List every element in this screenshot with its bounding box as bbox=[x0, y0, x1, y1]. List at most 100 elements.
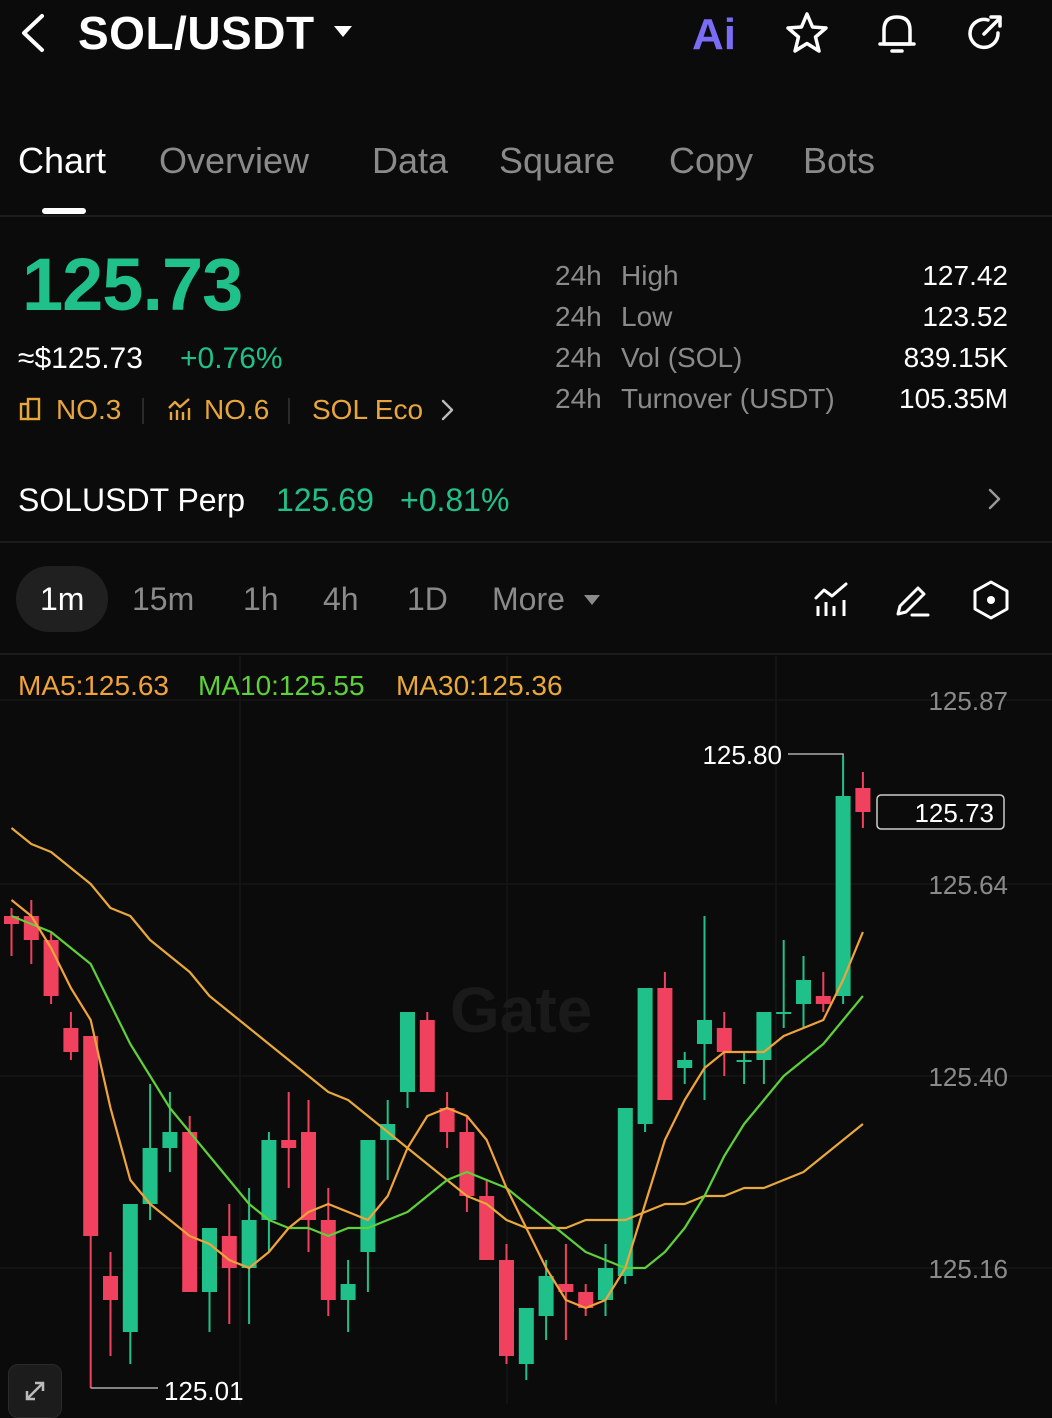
tab-bots[interactable]: Bots bbox=[803, 140, 875, 182]
stat-low-label: Low bbox=[621, 301, 673, 332]
candle-body bbox=[142, 1148, 158, 1204]
dropdown-caret-icon[interactable] bbox=[332, 20, 354, 42]
trend-rank[interactable]: NO.6 bbox=[204, 394, 269, 426]
tab-square[interactable]: Square bbox=[499, 140, 615, 182]
toolbar-divider bbox=[0, 653, 1052, 655]
stat-turnover-value: 105.35M bbox=[899, 383, 1008, 414]
high-price-label: 125.80 bbox=[702, 740, 782, 770]
candle-body bbox=[855, 788, 871, 812]
rank-separator bbox=[142, 398, 144, 424]
candle-body bbox=[479, 1196, 495, 1260]
candle-body bbox=[499, 1260, 514, 1356]
stat-period: 24h bbox=[555, 260, 602, 291]
candle-body bbox=[103, 1276, 118, 1300]
market-rank[interactable]: NO.3 bbox=[56, 394, 121, 426]
candle-body bbox=[261, 1140, 277, 1220]
candle-body bbox=[538, 1276, 554, 1316]
candle-body bbox=[419, 1020, 435, 1092]
header-bar: SOL/USDT Ai bbox=[0, 0, 1052, 80]
candle-body bbox=[360, 1140, 376, 1252]
candle-body bbox=[241, 1220, 257, 1268]
candle-body bbox=[518, 1308, 534, 1364]
settings-hexagon-icon[interactable] bbox=[969, 578, 1013, 622]
star-icon[interactable] bbox=[782, 8, 832, 58]
perp-price: 125.69 bbox=[276, 482, 374, 518]
back-chevron-icon[interactable] bbox=[14, 8, 54, 58]
dropdown-caret-icon[interactable] bbox=[582, 592, 602, 608]
tabs-divider bbox=[0, 215, 1052, 217]
interval-4h-button[interactable]: 4h bbox=[323, 581, 359, 618]
y-tick-label: 125.40 bbox=[928, 1062, 1008, 1092]
perp-change: +0.81% bbox=[400, 482, 510, 518]
interval-1d-button[interactable]: 1D bbox=[407, 581, 448, 618]
tab-data[interactable]: Data bbox=[372, 140, 448, 182]
candle-body bbox=[657, 988, 673, 1100]
candle-body bbox=[301, 1132, 316, 1220]
ma10-line bbox=[11, 914, 864, 1270]
stat-vol-label: Vol (SOL) bbox=[621, 342, 743, 373]
candle-body bbox=[340, 1284, 356, 1300]
stat-turnover-label: Turnover (USDT) bbox=[621, 383, 835, 414]
perp-divider bbox=[0, 541, 1052, 543]
trend-rank-icon bbox=[168, 398, 191, 420]
stat-low-value: 123.52 bbox=[922, 301, 1008, 332]
candle-body bbox=[776, 1012, 792, 1014]
candle-body bbox=[697, 1020, 712, 1044]
candle-body bbox=[736, 1060, 752, 1062]
ma30-line bbox=[10, 827, 864, 1230]
share-icon[interactable] bbox=[960, 8, 1010, 58]
candle-body bbox=[677, 1060, 693, 1068]
chevron-right-icon[interactable] bbox=[438, 398, 456, 422]
last-price-tag-label: 125.73 bbox=[914, 798, 994, 828]
indicators-icon[interactable] bbox=[810, 578, 854, 622]
pair-title[interactable]: SOL/USDT bbox=[78, 6, 315, 60]
bell-icon[interactable] bbox=[872, 8, 922, 58]
ma5-line bbox=[10, 899, 864, 1310]
stat-period: 24h bbox=[555, 383, 602, 414]
last-price: 125.73 bbox=[22, 243, 243, 326]
watermark-text: Gate bbox=[450, 974, 592, 1046]
candle-body bbox=[202, 1228, 217, 1292]
rank-separator bbox=[288, 398, 290, 424]
candle-body bbox=[439, 1108, 455, 1132]
ecosystem-link[interactable]: SOL Eco bbox=[312, 394, 423, 426]
active-tab-indicator bbox=[42, 208, 86, 214]
candle-body bbox=[796, 980, 811, 1004]
price-change: +0.76% bbox=[180, 342, 283, 375]
candle-body bbox=[400, 1012, 415, 1092]
usd-price: ≈$125.73 bbox=[18, 342, 143, 375]
candle-body bbox=[716, 1028, 732, 1052]
candlestick-chart[interactable]: Gate 125.87 125.64 125.40 125.16 125.80 125.01… bbox=[0, 656, 1052, 1404]
ai-assistant-button[interactable]: Ai bbox=[692, 10, 736, 60]
stat-high-value: 127.42 bbox=[922, 260, 1008, 291]
candle-body bbox=[122, 1204, 138, 1332]
y-tick-label: 125.87 bbox=[928, 686, 1008, 716]
stat-period: 24h bbox=[555, 301, 602, 332]
chevron-right-icon[interactable] bbox=[984, 486, 1004, 512]
candle-body bbox=[182, 1132, 198, 1292]
stat-period: 24h bbox=[555, 342, 602, 373]
candle-body bbox=[23, 916, 39, 940]
candle-body bbox=[598, 1268, 613, 1300]
candle-body bbox=[63, 1028, 79, 1052]
draw-pen-icon[interactable] bbox=[890, 578, 934, 622]
candle-body bbox=[637, 988, 653, 1124]
perp-name[interactable]: SOLUSDT Perp bbox=[18, 482, 245, 519]
candle-body bbox=[83, 1036, 99, 1236]
fullscreen-button[interactable] bbox=[8, 1364, 62, 1418]
candle-body bbox=[162, 1132, 178, 1148]
interval-15m-button[interactable]: 15m bbox=[132, 581, 194, 618]
candle-body bbox=[320, 1220, 336, 1300]
tab-overview[interactable]: Overview bbox=[159, 140, 309, 182]
rank-icon bbox=[19, 397, 41, 421]
stat-vol-value: 839.15K bbox=[903, 342, 1008, 373]
stat-high-label: High bbox=[621, 260, 679, 291]
interval-1m-label[interactable]: 1m bbox=[40, 581, 84, 618]
candle-body bbox=[281, 1140, 297, 1148]
interval-more-button[interactable]: More bbox=[492, 581, 565, 618]
candle-body bbox=[815, 996, 831, 1004]
candle-body bbox=[459, 1132, 475, 1196]
tab-copy[interactable]: Copy bbox=[669, 140, 753, 182]
tab-chart[interactable]: Chart bbox=[18, 140, 106, 182]
interval-1h-button[interactable]: 1h bbox=[243, 581, 279, 618]
